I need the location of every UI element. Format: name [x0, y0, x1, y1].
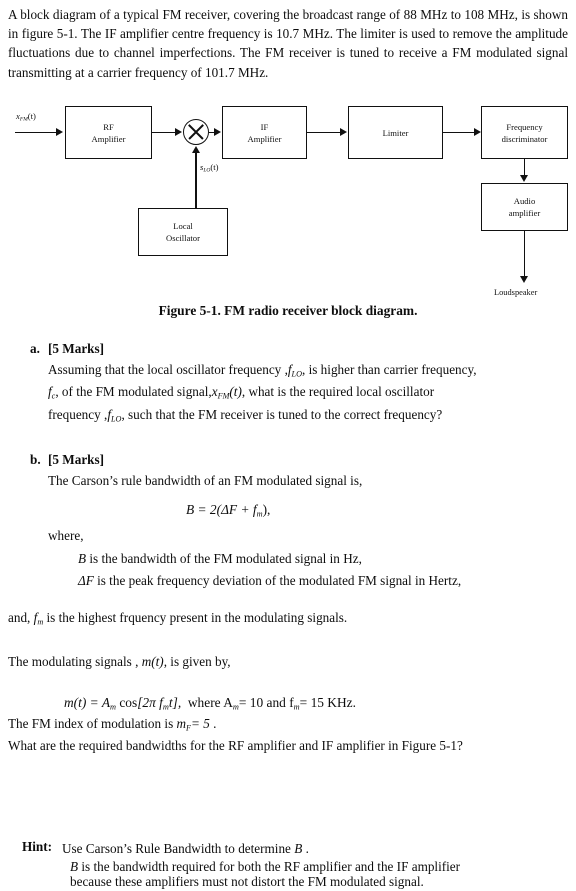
mixer-to-if-arrowhead-icon — [214, 127, 221, 136]
part-a-line3: frequency ,fLO, such that the FM receive… — [48, 405, 568, 428]
part-a-line1-pre: Assuming that the local oscillator frequ… — [48, 362, 288, 377]
part-a-line1: Assuming that the local oscillator frequ… — [48, 360, 568, 383]
input-arrowhead-icon — [56, 127, 63, 136]
modulating-signal-equation: m(t) = Am cos[2π fmt], where Am= 10 and … — [64, 693, 568, 717]
block-limiter-line1: Limiter — [382, 127, 409, 138]
definition-delta-f: ΔF is the peak frequency deviation of th… — [78, 571, 568, 590]
definition-fm-symbol: fm — [33, 610, 44, 627]
rf-to-mixer-arrowhead-icon — [175, 127, 182, 136]
audio-to-loudspeaker-arrowhead-icon — [520, 276, 528, 283]
part-b-letter: b. — [30, 452, 41, 467]
part-a-marks: [5 Marks] — [48, 341, 105, 356]
part-b-question: What are the required bandwidths for the… — [8, 738, 463, 753]
block-audio-amplifier-line1: Audio — [513, 196, 536, 206]
definition-delta-f-text: is the peak frequency deviation of the m… — [97, 573, 462, 588]
modulation-index-symbol: mF — [176, 716, 192, 733]
block-if-amplifier-line1: IF — [260, 121, 269, 132]
definition-delta-f-symbol: ΔF — [78, 573, 94, 588]
definition-b-symbol: B — [78, 551, 87, 566]
block-frequency-discriminator: Frequency discriminator — [481, 106, 568, 159]
mod-eq-bracket: [2π fmt], — [137, 695, 182, 712]
block-mixer — [183, 119, 209, 145]
intro-paragraph: A block diagram of a typical FM receiver… — [8, 7, 568, 80]
block-local-oscillator: Local Oscillator — [138, 208, 228, 256]
hint-line1-post: . — [305, 841, 309, 856]
loudspeaker-label: Loudspeaker — [494, 288, 538, 297]
block-audio-amplifier: Audio amplifier — [481, 183, 568, 231]
mod-eq-rhs: = Am — [89, 695, 116, 712]
where-label: where, — [48, 528, 84, 543]
block-rf-amplifier-line2: Amplifier — [91, 133, 126, 144]
audio-to-loudspeaker-line — [523, 231, 526, 278]
block-if-amplifier-line2: Amplifier — [247, 133, 282, 144]
modulation-index-post: . — [213, 716, 217, 731]
modulating-signal-intro: The modulating signals , m(t), is given … — [8, 652, 568, 671]
modulating-signal-intro-post: , is given by, — [163, 654, 231, 669]
part-a-line2-post: , what is the required local oscillator — [241, 384, 435, 399]
definition-fm-pre: and, — [8, 610, 31, 625]
modulation-index-value: = 5 — [191, 716, 210, 731]
limiter-to-discriminator-arrowhead-icon — [474, 127, 481, 136]
limiter-to-discriminator-line — [443, 131, 476, 134]
modulating-signal-symbol: m(t) — [141, 654, 164, 669]
part-b-intro: The Carson’s rule bandwidth of an FM mod… — [48, 473, 363, 488]
part-a-line3-pre: frequency , — [48, 407, 108, 422]
block-if-amplifier: IF Amplifier — [222, 106, 307, 159]
lo-to-mixer-line — [195, 152, 197, 208]
block-rf-amplifier: RF Amplifier — [65, 106, 152, 159]
definition-fm-text: is the highest frquency present in the m… — [46, 610, 348, 625]
carson-equation: B = 2(ΔF + fm), — [186, 500, 270, 524]
mod-eq-cos: cos — [119, 695, 138, 710]
block-frequency-discriminator-line2: discriminator — [501, 133, 548, 144]
if-to-limiter-line — [307, 131, 341, 134]
definition-b-text: is the bandwidth of the FM modulated sig… — [89, 551, 362, 566]
local-oscillator-signal-label: sLO(t) — [200, 162, 219, 174]
mod-eq-lhs: m(t) — [64, 695, 87, 710]
input-signal-label: xFM(t) — [16, 111, 36, 123]
block-rf-amplifier-line1: RF — [103, 121, 114, 132]
mod-eq-where: where A — [187, 695, 233, 710]
hint-line3: because these amplifiers must not distor… — [70, 874, 424, 889]
hint-label: Hint: — [22, 839, 53, 854]
discriminator-to-audio-arrowhead-icon — [520, 175, 528, 182]
definition-fm: and, fm is the highest frquency present … — [8, 608, 568, 631]
definition-b: B is the bandwidth of the FM modulated s… — [78, 549, 568, 568]
lo-to-mixer-arrowhead-icon — [191, 146, 200, 153]
part-a-letter: a. — [30, 341, 40, 356]
mod-eq-where-val: = 10 and f — [238, 695, 294, 710]
part-a-line2: fc, of the FM modulated signal,xFM(t), w… — [48, 382, 568, 405]
carson-equation-tail: ), — [262, 502, 271, 517]
part-a-line3-post: , such that the FM receiver is tuned to … — [121, 407, 443, 422]
part-b-marks: [5 Marks] — [48, 452, 105, 467]
modulating-signal-intro-pre: The modulating signals , — [8, 654, 139, 669]
part-a-line1-post: , is higher than carrier frequency, — [302, 362, 477, 377]
block-limiter: Limiter — [348, 106, 443, 159]
part-a-xfm-symbol: xFM(t) — [211, 384, 242, 401]
document-page: A block diagram of a typical FM receiver… — [0, 0, 576, 890]
block-local-oscillator-line2: Oscillator — [166, 233, 200, 243]
input-line — [15, 131, 57, 134]
part-a-flo-symbol-2: fLO — [107, 407, 122, 424]
part-a-flo-symbol: fLO — [287, 362, 302, 379]
modulation-index-line: The FM index of modulation is mF= 5 . — [8, 714, 568, 737]
part-a-line2-mid: , of the FM modulated signal, — [55, 384, 212, 399]
fm-receiver-block-diagram: xFM(t) RF Amplifier sLO(t) Local Oscilla… — [0, 100, 576, 305]
modulation-index-pre: The FM index of modulation is — [8, 716, 174, 731]
block-frequency-discriminator-line1: Frequency — [506, 121, 543, 132]
mod-eq-where-val2: = 15 KHz. — [299, 695, 356, 710]
rf-to-mixer-line — [152, 131, 177, 134]
if-to-limiter-arrowhead-icon — [340, 127, 347, 136]
block-audio-amplifier-line2: amplifier — [508, 208, 541, 218]
hint-line1-symbol: B — [294, 841, 303, 856]
hint-line1-pre: Use Carson’s Rule Bandwidth to determine — [62, 841, 291, 856]
block-local-oscillator-line1: Local — [173, 221, 193, 231]
hint-line1: Use Carson’s Rule Bandwidth to determine… — [62, 839, 568, 858]
carson-equation-main: B = 2(ΔF + f — [186, 502, 257, 517]
figure-caption: Figure 5-1. FM radio receiver block diag… — [158, 303, 418, 318]
